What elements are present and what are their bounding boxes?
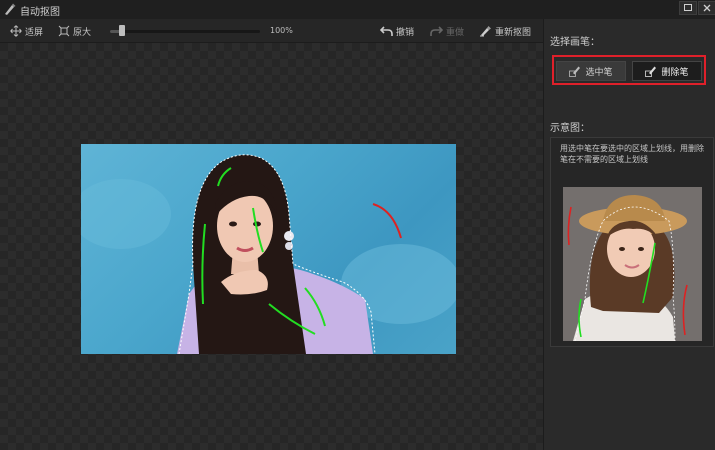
undo-label: 撤销 [396,27,415,38]
delete-brush-icon [645,66,657,77]
close-icon [703,4,711,12]
maximize-icon [684,4,692,11]
hint-text: 用选中笔在要选中的区域上划线，用删除笔在不需要的区域上划线 [560,144,704,164]
close-button[interactable] [698,1,715,15]
brush-heading: 选择画笔： [550,37,600,48]
reset-button[interactable]: 重新抠图 [479,24,531,38]
select-brush-icon [569,66,581,77]
zoom-slider-thumb[interactable] [119,25,125,36]
maximize-button[interactable] [679,1,697,15]
original-size-button[interactable]: 原大 [58,24,91,38]
fit-screen-button[interactable]: 适屏 [10,24,43,38]
select-brush-label: 选中笔 [585,67,613,78]
fit-screen-label: 适屏 [25,27,44,38]
zoom-slider-track[interactable] [110,30,260,33]
window-title: 自动抠图 [20,7,60,18]
redo-icon [430,26,443,36]
fit-screen-icon [10,25,22,37]
title-bar: 自动抠图 [0,0,715,20]
brush-highlight-frame: 选中笔 删除笔 [552,55,706,85]
zoom-level: 100% [270,26,293,35]
example-illustration [563,187,702,341]
original-size-icon [58,25,70,37]
reset-label: 重新抠图 [495,27,532,38]
redo-button[interactable]: 重做 [430,24,464,38]
photo-illustration [81,154,456,354]
right-panel: 选择画笔： 选中笔 删除笔 示意图： 用选中笔在要选中的区域上划线，用删除笔在不… [543,19,715,450]
hint-box: 用选中笔在要选中的区域上划线，用删除笔在不需要的区域上划线 [550,137,714,347]
edited-photo[interactable] [81,144,456,354]
select-brush-button[interactable]: 选中笔 [556,61,626,81]
delete-brush-button[interactable]: 删除笔 [632,61,702,81]
example-heading: 示意图： [550,123,590,134]
example-image [563,187,702,341]
undo-icon [380,26,393,36]
reset-brush-icon [480,26,491,37]
redo-label: 重做 [446,27,465,38]
app-icon [5,3,16,15]
undo-button[interactable]: 撤销 [380,24,414,38]
original-size-label: 原大 [73,27,92,38]
delete-brush-label: 删除笔 [661,67,689,78]
